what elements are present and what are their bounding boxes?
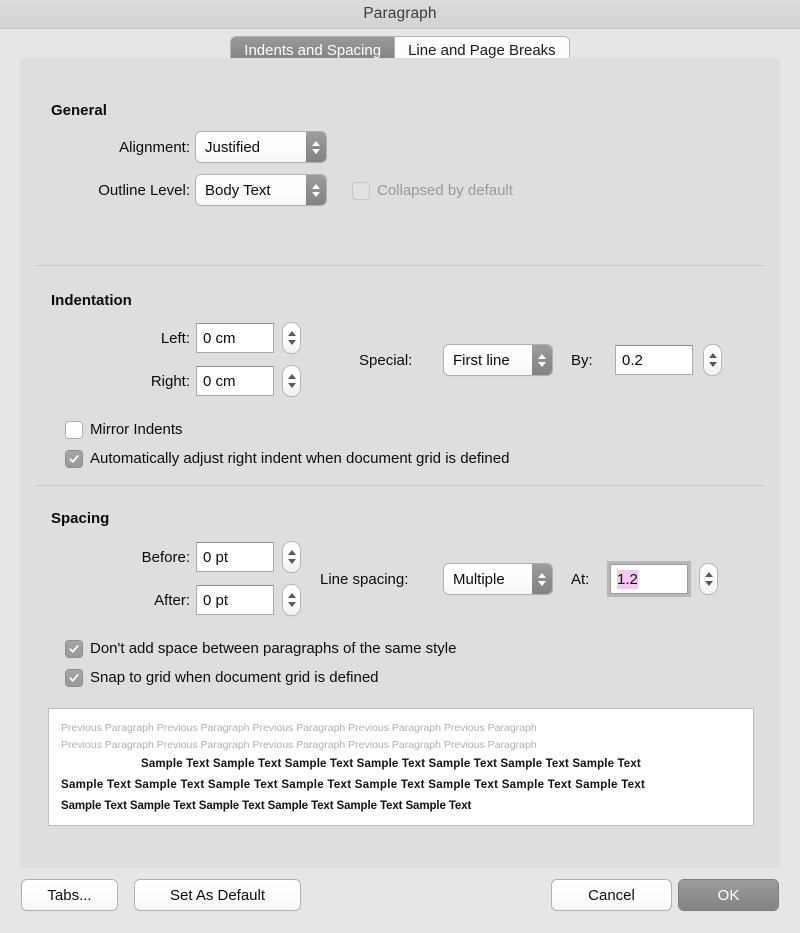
preview-previous-paragraph-line: Previous Paragraph Previous Paragraph Pr… bbox=[61, 720, 741, 737]
dont-add-space-checkbox[interactable]: Don't add space between paragraphs of th… bbox=[66, 640, 456, 657]
divider-indentation-spacing bbox=[35, 485, 765, 486]
outline-level-popup-value: Body Text bbox=[196, 182, 306, 199]
mirror-indents-checkbox[interactable]: Mirror Indents bbox=[66, 421, 183, 438]
preview-sample-text-line: Sample Text Sample Text Sample Text Samp… bbox=[61, 754, 741, 775]
mirror-indents-label: Mirror Indents bbox=[90, 421, 183, 438]
space-before-label: Before: bbox=[70, 549, 190, 566]
alignment-label: Alignment: bbox=[80, 139, 190, 156]
collapsed-by-default-checkbox[interactable]: Collapsed by default bbox=[353, 182, 513, 199]
snap-to-grid-label: Snap to grid when document grid is defin… bbox=[90, 669, 379, 686]
line-spacing-label: Line spacing: bbox=[320, 571, 450, 588]
line-spacing-at-stepper[interactable] bbox=[700, 564, 717, 594]
chevron-updown-icon bbox=[306, 175, 326, 205]
space-before-input[interactable]: 0 pt bbox=[196, 542, 274, 572]
cancel-button[interactable]: Cancel bbox=[552, 880, 671, 910]
preview-sample-text-line: Sample Text Sample Text Sample Text Samp… bbox=[61, 775, 741, 796]
ok-button[interactable]: OK bbox=[679, 880, 778, 910]
alignment-popup-value: Justified bbox=[196, 139, 306, 156]
chevron-updown-icon bbox=[532, 345, 552, 375]
general-section-heading: General bbox=[51, 102, 107, 119]
set-as-default-button[interactable]: Set As Default bbox=[135, 880, 300, 910]
preview-previous-paragraph-line: Previous Paragraph Previous Paragraph Pr… bbox=[61, 737, 741, 754]
checkbox-box-icon bbox=[66, 422, 82, 438]
right-indent-stepper[interactable] bbox=[283, 366, 300, 396]
outline-level-popup[interactable]: Body Text bbox=[196, 175, 326, 205]
line-spacing-at-label: At: bbox=[571, 571, 611, 588]
checkbox-checked-icon bbox=[66, 670, 82, 686]
space-after-value: 0 pt bbox=[203, 592, 228, 609]
right-indent-label: Right: bbox=[80, 373, 190, 390]
space-before-stepper[interactable] bbox=[283, 542, 300, 572]
checkbox-checked-icon bbox=[66, 451, 82, 467]
line-spacing-at-input[interactable]: 1.2 bbox=[610, 564, 688, 594]
space-after-input[interactable]: 0 pt bbox=[196, 585, 274, 615]
auto-adjust-right-indent-label: Automatically adjust right indent when d… bbox=[90, 450, 509, 467]
line-spacing-popup-value: Multiple bbox=[444, 571, 532, 588]
space-after-stepper[interactable] bbox=[283, 585, 300, 615]
paragraph-dialog: Paragraph Indents and Spacing Line and P… bbox=[0, 0, 800, 933]
snap-to-grid-checkbox[interactable]: Snap to grid when document grid is defin… bbox=[66, 669, 379, 686]
special-popup-value: First line bbox=[444, 352, 532, 369]
collapsed-by-default-label: Collapsed by default bbox=[377, 182, 513, 199]
special-label: Special: bbox=[359, 352, 449, 369]
right-indent-input[interactable]: 0 cm bbox=[196, 366, 274, 396]
space-after-label: After: bbox=[80, 592, 190, 609]
divider-general-indentation bbox=[35, 265, 765, 266]
dont-add-space-label: Don't add space between paragraphs of th… bbox=[90, 640, 456, 657]
chevron-updown-icon bbox=[532, 564, 552, 594]
space-before-value: 0 pt bbox=[203, 549, 228, 566]
by-stepper[interactable] bbox=[704, 345, 721, 375]
window-title: Paragraph bbox=[363, 5, 436, 23]
checkbox-checked-icon bbox=[66, 641, 82, 657]
right-indent-value: 0 cm bbox=[203, 373, 236, 390]
preview-sample-text-line: Sample Text Sample Text Sample Text Samp… bbox=[61, 796, 741, 817]
special-popup[interactable]: First line bbox=[444, 345, 552, 375]
left-indent-stepper[interactable] bbox=[283, 323, 300, 353]
left-indent-label: Left: bbox=[90, 330, 190, 347]
by-input[interactable]: 0.2 bbox=[615, 345, 693, 375]
spacing-section-heading: Spacing bbox=[51, 510, 109, 527]
paragraph-preview-box: Previous Paragraph Previous Paragraph Pr… bbox=[48, 708, 754, 826]
window-titlebar: Paragraph bbox=[0, 0, 800, 29]
by-label: By: bbox=[571, 352, 611, 369]
indentation-section-heading: Indentation bbox=[51, 292, 132, 309]
by-value: 0.2 bbox=[622, 352, 643, 369]
left-indent-value: 0 cm bbox=[203, 330, 236, 347]
tabs-button[interactable]: Tabs... bbox=[22, 880, 117, 910]
line-spacing-at-value: 1.2 bbox=[617, 570, 638, 589]
auto-adjust-right-indent-checkbox[interactable]: Automatically adjust right indent when d… bbox=[66, 450, 509, 467]
outline-level-label: Outline Level: bbox=[50, 182, 190, 199]
line-spacing-popup[interactable]: Multiple bbox=[444, 564, 552, 594]
alignment-popup[interactable]: Justified bbox=[196, 132, 326, 162]
checkbox-box-icon bbox=[353, 183, 369, 199]
left-indent-input[interactable]: 0 cm bbox=[196, 323, 274, 353]
chevron-updown-icon bbox=[306, 132, 326, 162]
